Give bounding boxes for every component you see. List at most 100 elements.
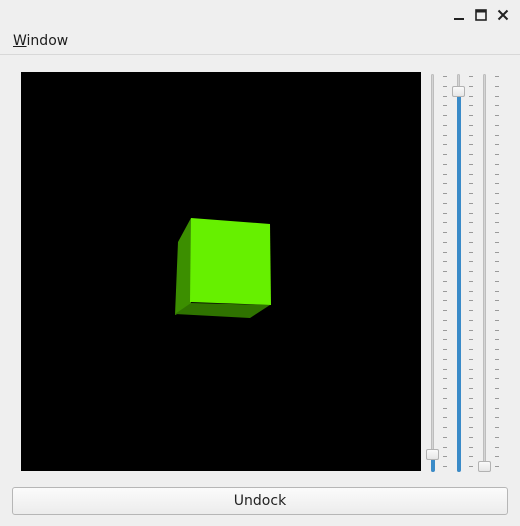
slider-tick [495,154,499,155]
undock-button[interactable]: Undock [12,487,508,515]
slider-tick [469,456,473,457]
slider-tick [469,291,473,292]
slider-tick [469,300,473,301]
slider-tick [443,164,447,165]
slider-tick [495,359,499,360]
slider-tick [495,183,499,184]
slider-z-rotation[interactable] [477,74,493,472]
slider-tick [495,271,499,272]
slider-groove [483,74,486,472]
slider-tick [495,135,499,136]
slider-handle[interactable] [478,461,491,472]
slider-tick [469,310,473,311]
slider-x-rotation[interactable] [425,74,441,472]
menu-window[interactable]: Window [13,33,68,49]
slider-tick [469,330,473,331]
slider-tick [495,320,499,321]
slider-tick [443,154,447,155]
slider-tick [495,105,499,106]
slider-tick [443,213,447,214]
maximize-icon[interactable] [472,6,490,24]
slider-tick [443,398,447,399]
slider-tick [469,408,473,409]
slider-tick [469,466,473,467]
slider-tick [443,76,447,77]
slider-tick [443,320,447,321]
slider-tick [443,261,447,262]
slider-tick [469,193,473,194]
slider-tick [443,252,447,253]
slider-tick [443,271,447,272]
slider-tick [469,252,473,253]
slider-tick [469,213,473,214]
slider-tick [469,339,473,340]
slider-tick [495,86,499,87]
slider-groove [431,74,434,472]
cube-bottom-face [175,303,270,318]
slider-y-rotation[interactable] [451,74,467,472]
slider-tick [495,174,499,175]
slider-tick [495,369,499,370]
slider-tick [495,456,499,457]
slider-tick [469,388,473,389]
slider-handle[interactable] [452,86,465,97]
slider-handle[interactable] [426,449,439,460]
slider-tick [443,135,447,136]
slider-tick [469,261,473,262]
slider-tick [443,174,447,175]
slider-tick [443,232,447,233]
slider-tick [495,447,499,448]
slider-tick [443,378,447,379]
slider-tick [443,86,447,87]
slider-tick [495,222,499,223]
slider-tick [495,252,499,253]
slider-tick [469,222,473,223]
slider-tick [495,339,499,340]
slider-tick [495,193,499,194]
slider-tick [443,115,447,116]
slider-x-ticks [443,74,449,472]
slider-tick [495,466,499,467]
cube-side-face [175,218,191,315]
slider-tick [469,271,473,272]
slider-tick [443,466,447,467]
minimize-icon[interactable] [450,6,468,24]
slider-tick [469,320,473,321]
slider-tick [469,154,473,155]
slider-tick [495,96,499,97]
slider-tick [469,417,473,418]
slider-tick [469,232,473,233]
slider-tick [443,388,447,389]
slider-tick [495,232,499,233]
slider-tick [443,203,447,204]
slider-tick [469,447,473,448]
slider-z-ticks [495,74,501,472]
slider-tick [469,115,473,116]
slider-tick [443,369,447,370]
slider-tick [443,330,447,331]
slider-tick [469,183,473,184]
slider-tick [443,193,447,194]
slider-tick [469,144,473,145]
slider-tick [495,281,499,282]
slider-tick [495,378,499,379]
slider-tick [443,300,447,301]
slider-tick [495,349,499,350]
slider-tick [495,203,499,204]
gl-viewport[interactable] [21,72,421,471]
slider-tick [495,330,499,331]
slider-tick [469,174,473,175]
slider-tick [443,359,447,360]
title-bar [0,0,520,30]
slider-tick [495,261,499,262]
slider-tick [443,349,447,350]
slider-tick [469,359,473,360]
slider-tick [443,125,447,126]
close-icon[interactable] [494,6,512,24]
slider-tick [443,96,447,97]
slider-tick [443,222,447,223]
slider-tick [495,437,499,438]
slider-tick [443,291,447,292]
slider-tick [443,144,447,145]
slider-tick [469,135,473,136]
